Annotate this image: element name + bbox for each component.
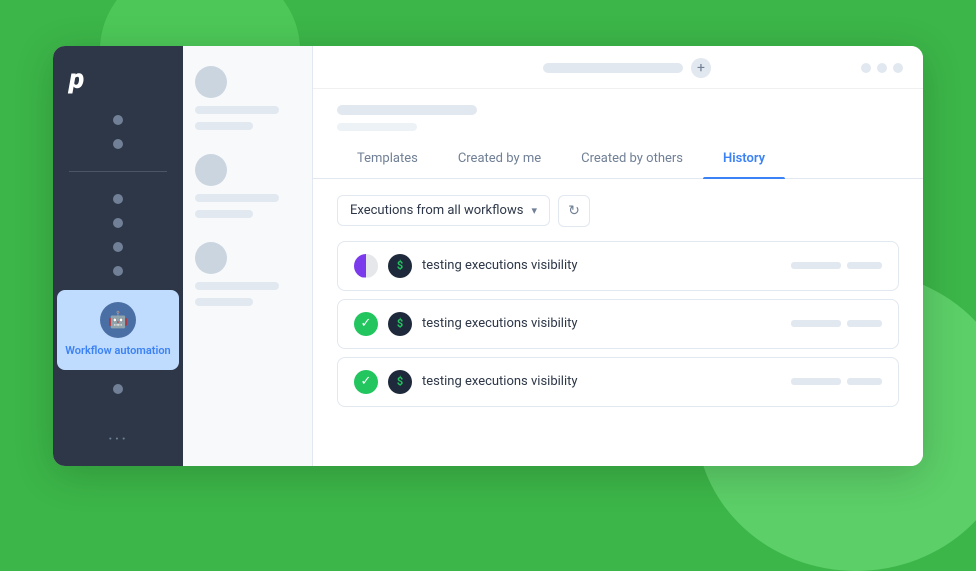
window-controls — [861, 63, 903, 73]
sidebar-dot-2[interactable] — [113, 139, 123, 149]
meta-line-2 — [847, 262, 882, 269]
meta-line-1 — [791, 262, 841, 269]
panel-line-2b — [195, 210, 253, 218]
sidebar-dot-1[interactable] — [113, 115, 123, 125]
dropdown-chevron-icon: ▾ — [531, 204, 537, 217]
workflow-automation-icon: 🤖 — [100, 302, 136, 338]
execution-item[interactable]: ✓ $ testing executions visibility — [337, 299, 899, 349]
sidebar-dot-7[interactable] — [113, 384, 123, 394]
tab-templates[interactable]: Templates — [337, 139, 438, 178]
panel-line-3 — [195, 282, 279, 290]
workflow-filter-dropdown[interactable]: Executions from all workflows ▾ — [337, 195, 550, 226]
meta-line-6 — [847, 378, 882, 385]
page-subtitle-skeleton — [337, 123, 417, 131]
tab-bar: Templates Created by me Created by other… — [313, 139, 923, 179]
execution-meta — [791, 320, 882, 327]
panel-line-2 — [195, 194, 279, 202]
sidebar: p 🤖 Workflow automation ··· — [53, 46, 183, 466]
dropdown-value: Executions from all workflows — [350, 203, 523, 218]
window-control-dot-1 — [861, 63, 871, 73]
app-window: p 🤖 Workflow automation ··· — [53, 46, 923, 466]
execution-list: $ testing executions visibility ✓ $ test… — [337, 241, 899, 407]
window-control-dot-2 — [877, 63, 887, 73]
window-control-dot-3 — [893, 63, 903, 73]
workflow-type-icon: $ — [388, 312, 412, 336]
filter-row: Executions from all workflows ▾ ↻ — [337, 195, 899, 227]
panel-item-1 — [195, 66, 300, 130]
add-tab-button[interactable]: + — [691, 58, 711, 78]
status-pending-icon — [354, 254, 378, 278]
sidebar-dot-6[interactable] — [113, 266, 123, 276]
sidebar-nav: 🤖 Workflow automation — [57, 115, 178, 421]
panel-item-3 — [195, 242, 300, 306]
meta-line-3 — [791, 320, 841, 327]
avatar-1 — [195, 66, 227, 98]
sidebar-more-button[interactable]: ··· — [108, 429, 128, 450]
sidebar-item-label: Workflow automation — [65, 344, 170, 358]
refresh-icon: ↻ — [568, 203, 580, 219]
tab-created-by-me[interactable]: Created by me — [438, 139, 561, 178]
sidebar-dot-5[interactable] — [113, 242, 123, 252]
panel-line-1 — [195, 106, 279, 114]
tab-history[interactable]: History — [703, 139, 785, 178]
meta-line-5 — [791, 378, 841, 385]
workflow-type-icon: $ — [388, 254, 412, 278]
panel-line-1b — [195, 122, 253, 130]
avatar-2 — [195, 154, 227, 186]
page-header — [313, 89, 923, 131]
sidebar-divider — [69, 171, 166, 172]
execution-meta — [791, 378, 882, 385]
tab-bar-area: + — [543, 58, 711, 78]
execution-name: testing executions visibility — [422, 258, 781, 273]
refresh-button[interactable]: ↻ — [558, 195, 590, 227]
tab-created-by-others[interactable]: Created by others — [561, 139, 703, 178]
status-success-icon: ✓ — [354, 370, 378, 394]
chrome-tab-placeholder — [543, 63, 683, 73]
window-chrome: + — [313, 46, 923, 89]
execution-meta — [791, 262, 882, 269]
execution-item[interactable]: ✓ $ testing executions visibility — [337, 357, 899, 407]
sidebar-item-workflow-automation[interactable]: 🤖 Workflow automation — [57, 290, 178, 370]
sidebar-dot-3[interactable] — [113, 194, 123, 204]
app-logo: p — [69, 62, 84, 95]
panel-line-3b — [195, 298, 253, 306]
page-title-skeleton — [337, 105, 477, 115]
left-panel — [183, 46, 313, 466]
content-area: Executions from all workflows ▾ ↻ $ test… — [313, 179, 923, 466]
execution-item[interactable]: $ testing executions visibility — [337, 241, 899, 291]
execution-name: testing executions visibility — [422, 316, 781, 331]
status-success-icon: ✓ — [354, 312, 378, 336]
avatar-3 — [195, 242, 227, 274]
main-content: + Templates Created by me Created by oth… — [313, 46, 923, 466]
sidebar-dot-4[interactable] — [113, 218, 123, 228]
execution-name: testing executions visibility — [422, 374, 781, 389]
workflow-type-icon: $ — [388, 370, 412, 394]
panel-item-2 — [195, 154, 300, 218]
meta-line-4 — [847, 320, 882, 327]
